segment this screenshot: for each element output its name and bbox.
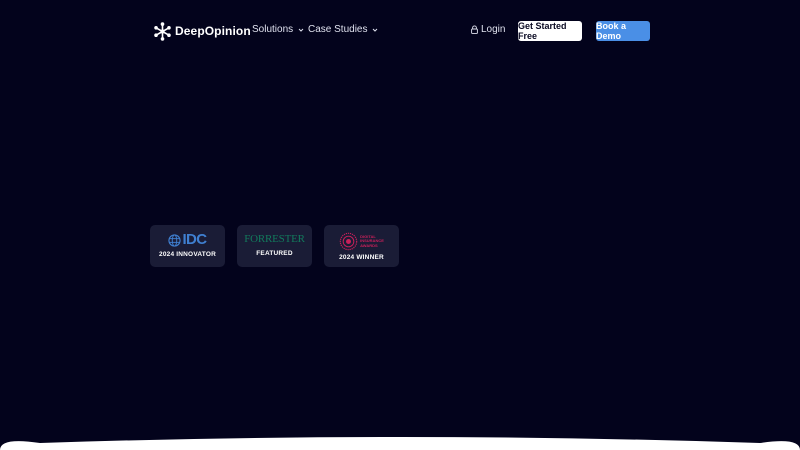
chevron-down-icon [373,28,378,32]
award-logo-line-3: AWARDS [360,242,378,248]
award-badge-label: 2024 WINNER [339,254,384,261]
asterisk-burst-icon [154,21,171,41]
digital-insurance-awards-logo: DIGITAL INSURANCE AWARDS [339,232,384,251]
top-navigation: DeepOpinion Solutions Case Studies Login… [0,0,800,62]
idc-badge-label: 2024 INNOVATOR [159,251,216,258]
nav-case-studies-label: Case Studies [308,24,368,35]
nav-solutions-dropdown[interactable]: Solutions [252,24,304,35]
hero-bottom-curve [0,437,800,450]
brand-logo-link[interactable]: DeepOpinion [153,21,251,41]
lock-icon [471,25,478,34]
idc-innovator-badge: IDC 2024 INNOVATOR [150,225,225,267]
forrester-badge-label: FEATURED [256,250,293,257]
chevron-down-icon [298,28,304,32]
login-link[interactable]: Login [471,24,505,35]
idc-logo: IDC [168,231,207,248]
digital-insurance-awards-badge: DIGITAL INSURANCE AWARDS 2024 WINNER [324,225,399,267]
award-seal-icon [339,232,358,251]
nav-solutions-label: Solutions [252,24,294,35]
globe-icon [168,233,182,247]
forrester-logo-text: FORRESTER [244,233,305,245]
forrester-featured-badge: FORRESTER FEATURED [237,225,312,267]
login-label: Login [481,24,506,35]
book-a-demo-button[interactable]: Book a Demo [596,21,650,41]
nav-case-studies-dropdown[interactable]: Case Studies [308,24,378,35]
get-started-free-button[interactable]: Get Started Free [518,21,582,41]
idc-logo-text: IDC [182,231,207,248]
brand-name: DeepOpinion [175,24,251,38]
